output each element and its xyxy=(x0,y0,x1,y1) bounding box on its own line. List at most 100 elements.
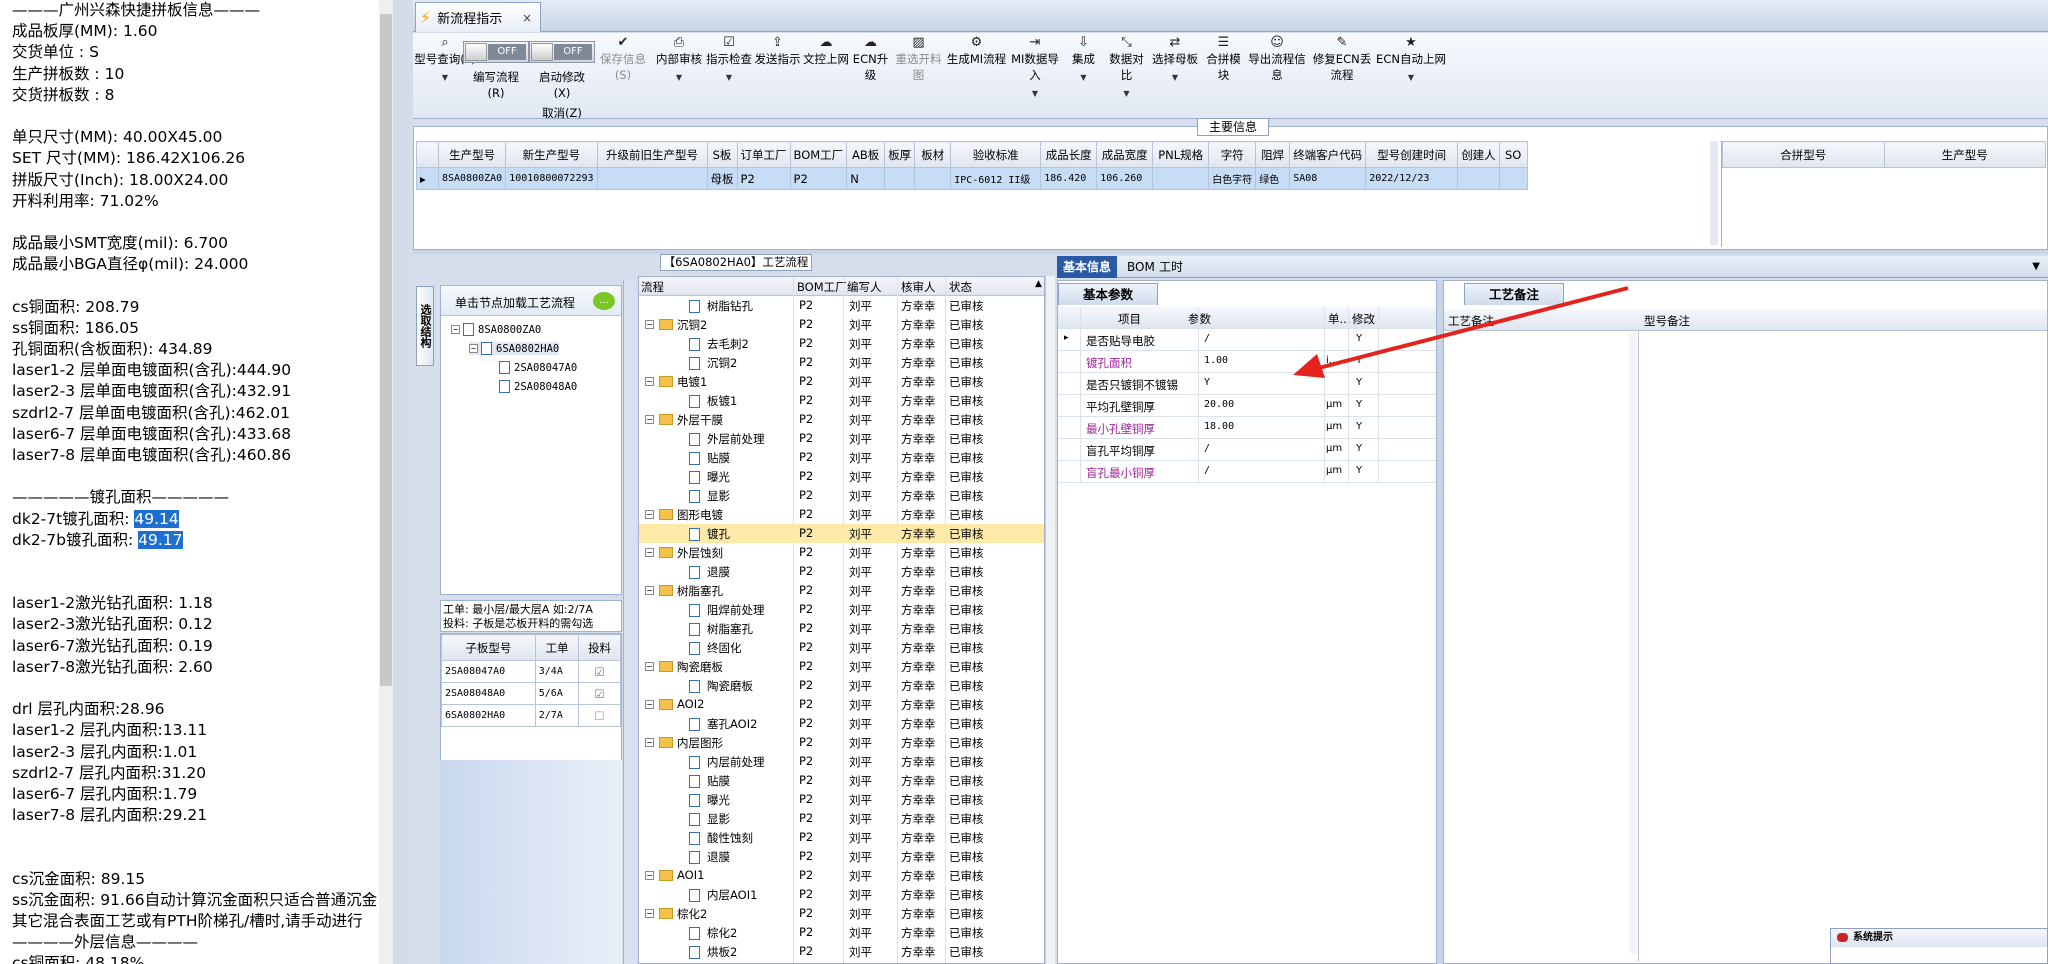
param-value[interactable]: Y xyxy=(1204,377,1210,388)
collapse-icon[interactable]: − xyxy=(645,548,654,557)
col-header[interactable]: 阻焊 xyxy=(1255,141,1291,168)
toolbar-btn-5[interactable]: ☑ 指示检查 ▼ xyxy=(705,33,753,89)
cell[interactable]: 2022/12/23 xyxy=(1365,167,1459,190)
chat-bubble-icon[interactable]: … xyxy=(593,292,615,310)
col-header[interactable]: 订单工厂 xyxy=(736,141,791,168)
dropdown-arrow-icon[interactable]: ▼ xyxy=(2026,256,2046,278)
toolbar-btn-8[interactable]: ☁ ECN升级 xyxy=(850,33,891,83)
process-row[interactable]: − 陶瓷磨板 P2 刘平 方幸幸 已审核 xyxy=(639,657,1044,676)
process-row[interactable]: − 内层图形 P2 刘平 方幸幸 已审核 xyxy=(639,733,1044,752)
process-row[interactable]: 显影 P2 刘平 方幸幸 已审核 xyxy=(639,809,1044,828)
sub-board-row[interactable]: 2SA08047A0 3/4A ☑ xyxy=(441,660,621,683)
craft-note-scrollbar[interactable] xyxy=(1629,333,1637,953)
toolbar-btn-18[interactable]: ★ ECN自动上网 ▼ xyxy=(1376,33,1446,89)
toolbar-btn-14[interactable]: ⇄ 选择母板 ▼ xyxy=(1149,33,1201,89)
process-row[interactable]: 退膜 P2 刘平 方幸幸 已审核 xyxy=(639,847,1044,866)
col-merge-model[interactable]: 合拼型号 xyxy=(1722,141,1885,168)
tree-node-2SA08047A0[interactable]: 2SA08047A0 xyxy=(499,361,577,374)
tab-select-structure[interactable]: 选取结构 xyxy=(416,286,434,366)
process-row[interactable]: 去毛刺2 P2 刘平 方幸幸 已审核 xyxy=(639,334,1044,353)
dropdown-arrow-icon[interactable]: ▼ xyxy=(1149,67,1201,89)
col-production-model[interactable]: 生产型号 xyxy=(1883,141,2046,168)
sub-board-row[interactable]: 2SA08048A0 5/6A ☑ xyxy=(441,682,621,705)
craft-note-text[interactable] xyxy=(1444,331,1639,961)
col-header[interactable]: 板厚 xyxy=(884,141,916,168)
toolbar-btn-11[interactable]: ⇥ MI数据导入 ▼ xyxy=(1007,33,1063,105)
process-row[interactable]: 酸性蚀刻 P2 刘平 方幸幸 已审核 xyxy=(639,828,1044,847)
tree-node-6SA0802HA0[interactable]: − 6SA0802HA0 xyxy=(469,342,560,355)
merge-model-grid[interactable]: 合拼型号 生产型号 xyxy=(1721,141,2046,247)
tree-node-root[interactable]: − 8SA0800ZA0 xyxy=(451,323,541,336)
toolbar-btn-6[interactable]: ⇪ 发送指示 xyxy=(753,33,802,67)
cell[interactable]: 10010800072293 xyxy=(505,167,598,190)
cell[interactable]: 白色字符 xyxy=(1208,167,1257,190)
toolbar-btn-15[interactable]: ☰ 合拼模块 xyxy=(1201,33,1246,83)
toolbar-btn-13[interactable]: ⤡ 数据对比 ▼ xyxy=(1104,33,1149,105)
basic-param-row[interactable]: 最小孔壁铜厚 18.00 μm Y xyxy=(1058,417,1436,439)
collapse-icon[interactable]: − xyxy=(645,377,654,386)
cell[interactable]: P2 xyxy=(789,167,848,190)
tab-new-flow[interactable]: ⚡ 新流程指示 × xyxy=(415,2,541,32)
cell[interactable]: P2 xyxy=(736,167,791,190)
basic-col-header[interactable]: 项目 xyxy=(1118,311,1141,327)
process-col-header[interactable]: 流程 xyxy=(641,279,664,295)
main-info-grid[interactable]: 生产型号 新生产型号 升级前旧生产型号 S板 订单工厂 BOM工厂 AB板 板厚 板材 验收标准成… xyxy=(416,141,1716,247)
dropdown-arrow-icon[interactable]: ▼ xyxy=(653,67,705,89)
process-row[interactable]: − 棕化2 P2 刘平 方幸幸 已审核 xyxy=(639,904,1044,923)
cell[interactable]: 106.260 xyxy=(1096,167,1154,190)
system-notice-popup[interactable]: 系统提示 xyxy=(1830,928,2048,964)
sub-board-table[interactable]: 子板型号 工单 投料 2SA08047A0 3/4A ☑ 2SA08048A0 5/6A ☑ 6S… xyxy=(440,633,622,763)
process-row[interactable]: 终固化 P2 刘平 方幸幸 已审核 xyxy=(639,638,1044,657)
cell[interactable]: IPC-6012 II级 xyxy=(950,167,1042,190)
process-row[interactable]: 板镀1 P2 刘平 方幸幸 已审核 xyxy=(639,391,1044,410)
sub-col-header[interactable]: 投料 xyxy=(578,634,621,661)
tab-2[interactable]: 工时 xyxy=(1153,256,1189,278)
cell[interactable] xyxy=(914,167,952,190)
process-row[interactable]: 显影 P2 刘平 方幸幸 已审核 xyxy=(639,486,1044,505)
tree-node-2SA08048A0[interactable]: 2SA08048A0 xyxy=(499,380,577,393)
process-row[interactable]: 烘板2 P2 刘平 方幸幸 已审核 xyxy=(639,942,1044,961)
process-col-header[interactable]: 编写人 xyxy=(847,279,882,295)
process-row[interactable]: 塞孔AOI2 P2 刘平 方幸幸 已审核 xyxy=(639,714,1044,733)
process-scrollbar[interactable] xyxy=(1045,276,1055,964)
col-header[interactable]: 验收标准 xyxy=(950,141,1042,168)
left-panel-scrollbar[interactable] xyxy=(379,0,393,964)
feed-checkbox[interactable]: ☑ xyxy=(578,660,621,683)
dropdown-arrow-icon[interactable]: ▼ xyxy=(1376,67,1446,89)
collapse-icon[interactable]: − xyxy=(645,738,654,747)
col-header[interactable]: 升级前旧生产型号 xyxy=(596,141,708,168)
toggle-switch[interactable]: OFF xyxy=(463,41,529,63)
toolbar-btn-2[interactable]: OFF 启动修改(X) 取消(Z) xyxy=(529,33,595,121)
toolbar-btn-12[interactable]: ⇩ 集成 ▼ xyxy=(1063,33,1104,89)
toolbar-btn-17[interactable]: ✎ 修复ECN丢流程 xyxy=(1308,33,1376,83)
collapse-icon[interactable]: − xyxy=(645,586,654,595)
sub-col-header[interactable]: 工单 xyxy=(534,634,580,661)
row-selector-icon[interactable]: ▸ xyxy=(416,167,439,190)
grid-splitter[interactable] xyxy=(1710,141,1718,245)
toolbar-btn-1[interactable]: OFF 编写流程(R) xyxy=(463,33,529,101)
col-header[interactable]: 型号创建时间 xyxy=(1365,141,1459,168)
dropdown-arrow-icon[interactable]: ▼ xyxy=(705,67,753,89)
scrollbar-thumb[interactable] xyxy=(380,14,392,686)
param-value[interactable]: 1.00 xyxy=(1204,355,1228,366)
process-row[interactable]: 贴膜 P2 刘平 方幸幸 已审核 xyxy=(639,771,1044,790)
dropdown-arrow-icon[interactable]: ▼ xyxy=(1063,67,1104,89)
col-header[interactable]: 新生产型号 xyxy=(505,141,598,168)
col-header[interactable]: 生产型号 xyxy=(437,141,507,168)
col-header[interactable]: 成品宽度 xyxy=(1096,141,1154,168)
col-header[interactable]: S板 xyxy=(706,141,738,168)
process-row[interactable]: − AOI2 P2 刘平 方幸幸 已审核 xyxy=(639,695,1044,714)
cell[interactable]: 8SA0800ZA0 xyxy=(437,167,507,190)
col-header[interactable]: SO xyxy=(1498,141,1528,168)
process-row[interactable]: − 电镀1 P2 刘平 方幸幸 已审核 xyxy=(639,372,1044,391)
collapse-icon[interactable]: − xyxy=(451,325,460,334)
col-header[interactable]: 板材 xyxy=(914,141,952,168)
process-row[interactable]: − 树脂塞孔 P2 刘平 方幸幸 已审核 xyxy=(639,581,1044,600)
basic-col-header[interactable]: 参数 xyxy=(1188,311,1211,327)
cell[interactable] xyxy=(1457,167,1500,190)
process-row[interactable]: 树脂塞孔 P2 刘平 方幸幸 已审核 xyxy=(639,619,1044,638)
process-col-header[interactable]: BOM工厂 xyxy=(797,279,847,295)
collapse-icon[interactable]: − xyxy=(645,909,654,918)
toggle-switch[interactable]: OFF xyxy=(529,41,595,63)
process-col-header[interactable]: 核审人 xyxy=(901,279,936,295)
